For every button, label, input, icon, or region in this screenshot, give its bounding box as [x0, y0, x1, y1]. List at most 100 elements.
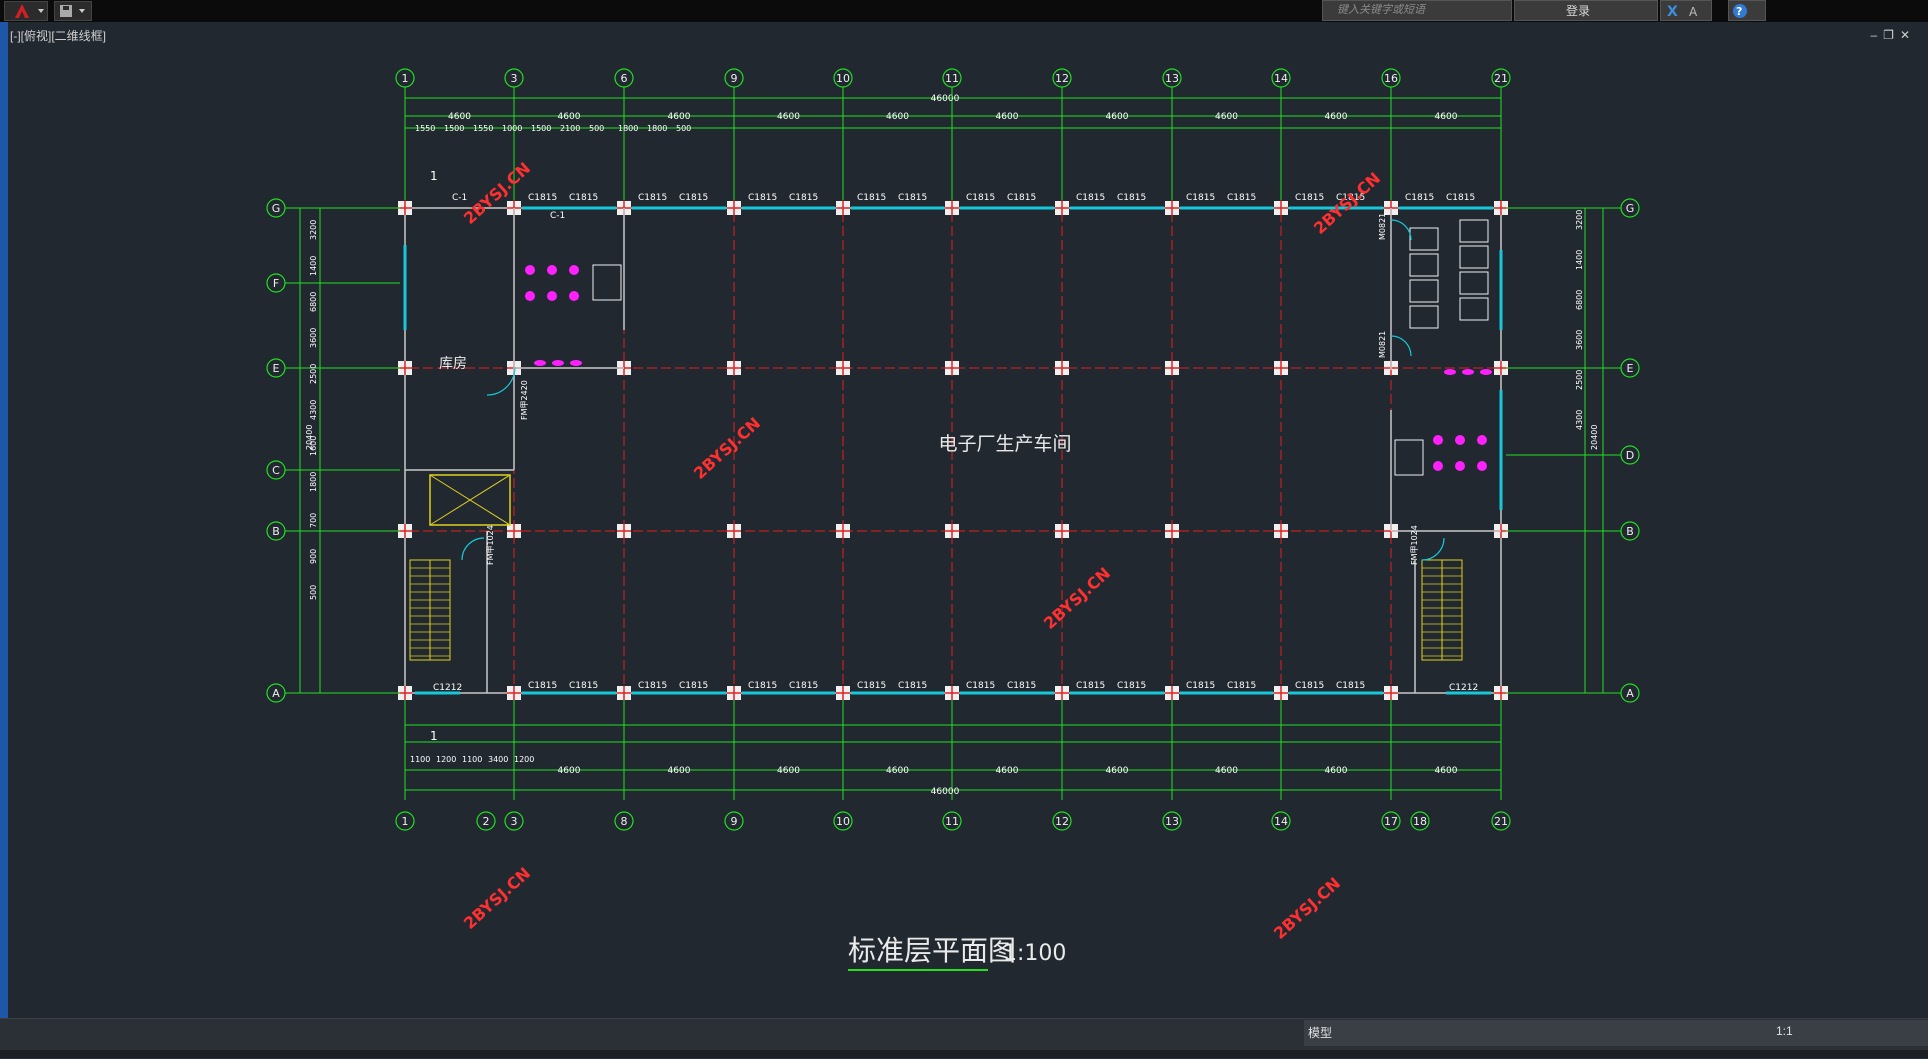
axis-label: 9 [731, 815, 738, 828]
window-label: C1815 [789, 681, 818, 691]
axis-label: 16 [1384, 72, 1398, 85]
window-label: C1815 [679, 681, 708, 691]
sink-icon [1480, 369, 1492, 375]
window-label: C1815 [1007, 193, 1036, 203]
watermark-text: 2BYSJ.CN [460, 158, 534, 227]
sink-icon [525, 291, 535, 301]
dim-text: 4600 [1106, 766, 1129, 776]
toilet-stall [1409, 305, 1439, 329]
window-label: C1815 [1076, 681, 1105, 691]
sink-icon [1477, 435, 1487, 445]
window-label: C1815 [1186, 193, 1215, 203]
watermark-text: 2BYSJ.CN [1040, 563, 1114, 632]
axis-label: 13 [1165, 815, 1179, 828]
dim-text: 3200 [309, 220, 318, 240]
door-label: FM甲1024 [1410, 525, 1419, 565]
window-label: C1815 [1227, 681, 1256, 691]
dim-text: 4600 [777, 766, 800, 776]
sink-icon [1444, 369, 1456, 375]
dim-text: 4600 [668, 766, 691, 776]
axis-label: 21 [1494, 815, 1508, 828]
door-swing [1390, 335, 1412, 357]
window-label: C1815 [569, 681, 598, 691]
dim-text: 4600 [558, 766, 581, 776]
dim-text: 700 [309, 513, 318, 528]
dim-text: 4600 [558, 112, 581, 122]
window-label: C1815 [857, 681, 886, 691]
axis-label: G [1626, 202, 1635, 215]
dim-text: 6800 [309, 292, 318, 312]
axis-label: E [273, 362, 280, 375]
dim-text: 1400 [309, 256, 318, 276]
window-label: C1815 [898, 193, 927, 203]
axis-bubble: A [266, 683, 286, 703]
watermark-text: 2BYSJ.CN [1310, 168, 1384, 237]
axis-bubble: 14 [1271, 68, 1291, 88]
dim-text: 1600 [309, 436, 318, 456]
axis-bubble: B [1620, 521, 1640, 541]
dim-text: 4600 [996, 766, 1019, 776]
drawing-scale: 1:100 [1003, 941, 1066, 966]
dim-text: 6800 [1575, 290, 1584, 310]
model-space-button[interactable]: 模型 [1308, 1024, 1332, 1041]
dim-text: 1550 [415, 124, 435, 133]
toilet-stall [1409, 227, 1439, 251]
axis-bubble: E [1620, 358, 1640, 378]
axis-bubble: 10 [833, 811, 853, 831]
door-label: M0821 [1378, 213, 1387, 240]
axis-bubble: 18 [1410, 811, 1430, 831]
window-label: C1815 [1076, 193, 1105, 203]
axis-bubble: 6 [614, 68, 634, 88]
dim-text: 900 [309, 549, 318, 564]
axis-bubble: A [1620, 683, 1640, 703]
window-label: C1212 [433, 683, 462, 693]
axis-bubble: 1 [395, 68, 415, 88]
axis-label: 1 [402, 815, 409, 828]
axis-label: 3 [511, 815, 518, 828]
axis-label: 10 [836, 72, 850, 85]
axis-label: 11 [945, 72, 959, 85]
axis-label: E [1627, 362, 1634, 375]
axis-bubble: 9 [724, 811, 744, 831]
dim-text: 2500 [1575, 370, 1584, 390]
status-toolbar[interactable] [1304, 1020, 1928, 1046]
dim-text: 4600 [1435, 766, 1458, 776]
axis-bubble: 21 [1491, 811, 1511, 831]
sink-icon [1433, 435, 1443, 445]
sink-icon [552, 360, 564, 366]
dim-text: 4300 [309, 400, 318, 420]
sink-icon [547, 291, 557, 301]
window-label: C1815 [966, 193, 995, 203]
dim-text: 1500 [531, 124, 551, 133]
axis-label: 17 [1384, 815, 1398, 828]
sink-icon [1477, 461, 1487, 471]
window-label: C1815 [748, 193, 777, 203]
axis-bubble: D [1620, 445, 1640, 465]
axis-label: F [273, 277, 279, 290]
section-mark: 1 [430, 169, 438, 183]
dim-text: 4600 [886, 766, 909, 776]
dim-text: 3200 [1575, 210, 1584, 230]
dim-text: 500 [589, 124, 604, 133]
sink-icon [1462, 369, 1474, 375]
floor-plan-drawing: 46000 46000 4600 4600 4600 4600 4600 4600 4600 46… [266, 68, 1640, 971]
annotation-scale[interactable]: 1:1 [1776, 1024, 1793, 1038]
dim-text: 1800 [309, 472, 318, 492]
door-label: M0821 [1378, 331, 1387, 358]
axis-label: C [272, 464, 280, 477]
axis-label: 14 [1274, 815, 1288, 828]
axis-bubble: 3 [504, 811, 524, 831]
sink-icon [547, 265, 557, 275]
axis-label: 8 [621, 815, 628, 828]
sink-icon [570, 360, 582, 366]
axis-label: A [272, 687, 280, 700]
axis-bubble: 11 [942, 811, 962, 831]
dim-text: 46000 [931, 94, 960, 104]
dim-text: 3600 [1575, 330, 1584, 350]
window-label: C-1 [550, 211, 565, 221]
axis-label: B [1626, 525, 1634, 538]
room-label: 库房 [439, 356, 467, 372]
door-swing [461, 537, 485, 561]
axis-bubble: 21 [1491, 68, 1511, 88]
window-label: C1815 [1007, 681, 1036, 691]
